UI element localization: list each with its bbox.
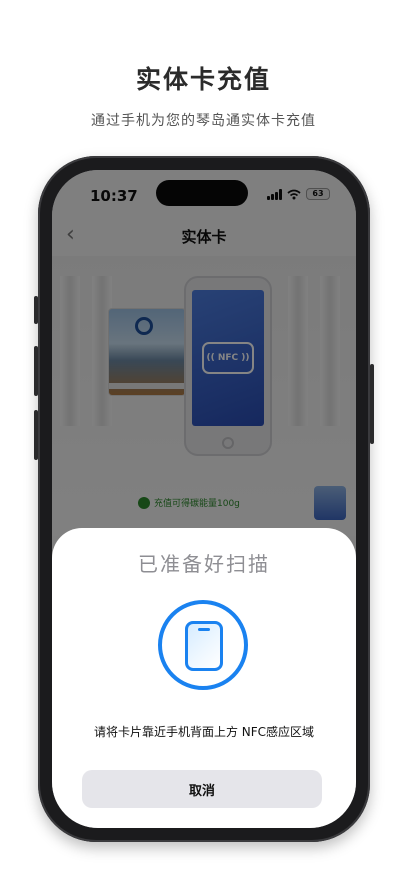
scan-instruction: 请将卡片靠近手机背面上方 NFC感应区域 <box>93 725 315 739</box>
cancel-button[interactable]: 取消 <box>82 770 322 808</box>
power-button <box>370 364 374 444</box>
phone-screen: 10:37 63 ‹ 实体卡 ((NFC)) 充值可得碳能量100g 已准备… <box>52 170 356 828</box>
phone-icon <box>185 621 223 671</box>
mute-switch <box>34 296 38 324</box>
nfc-scan-sheet: 已准备好扫描 请将卡片靠近手机背面上方 NFC感应区域 取消 <box>52 528 356 828</box>
nfc-scan-icon <box>158 600 248 690</box>
sheet-title: 已准备好扫描 <box>138 552 270 576</box>
promo-subtitle: 通过手机为您的琴岛通实体卡充值 <box>91 113 316 129</box>
phone-icon-notch <box>198 628 210 631</box>
volume-down-button <box>34 410 38 460</box>
volume-up-button <box>34 346 38 396</box>
phone-frame: 10:37 63 ‹ 实体卡 ((NFC)) 充值可得碳能量100g 已准备… <box>34 156 374 842</box>
promo-title: 实体卡充值 <box>135 65 271 94</box>
